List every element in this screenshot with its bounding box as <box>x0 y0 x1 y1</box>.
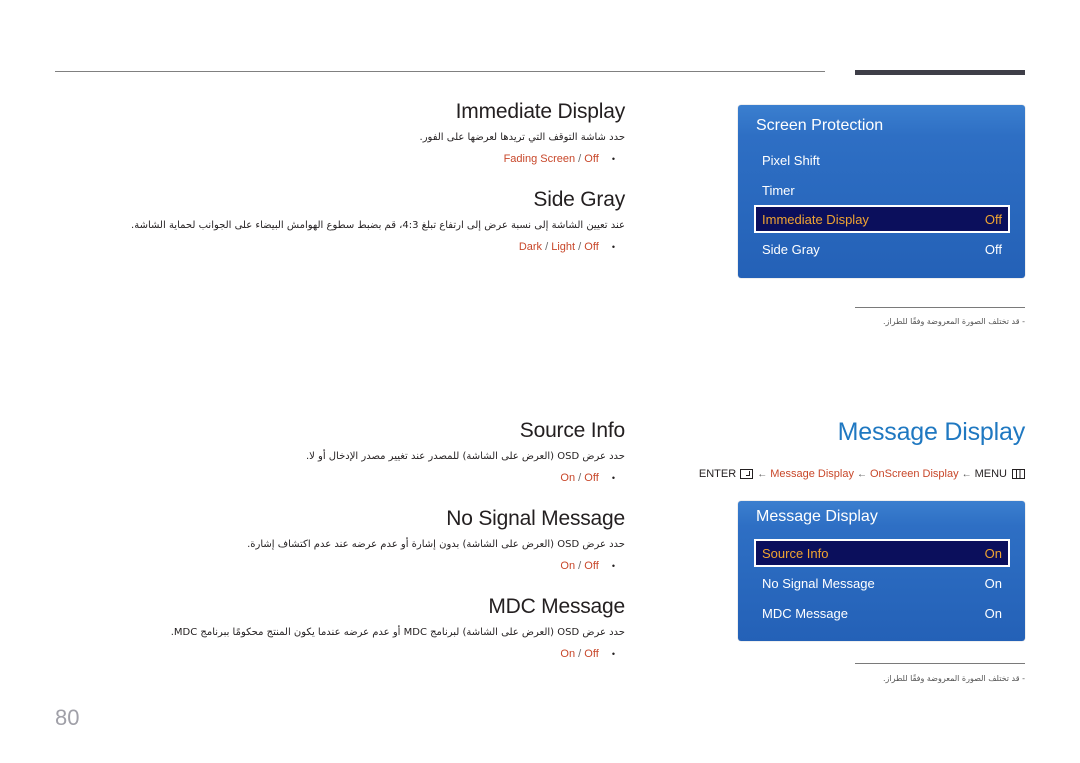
enter-icon <box>740 469 754 479</box>
osd-title: Screen Protection <box>756 117 884 134</box>
section-options: On / Off • <box>247 559 625 573</box>
osd-item-value: Off <box>984 211 1002 227</box>
osd-item-value: On <box>984 575 1002 591</box>
section-title: Source Info <box>519 419 625 442</box>
osd-item-label: Source Info <box>762 545 829 561</box>
page-number: 80 <box>55 705 80 730</box>
bullet-icon: • <box>611 649 615 659</box>
section-source-info: Source Info حدد عرض OSD (العرض على الشاش… <box>306 418 625 485</box>
arrow-left-icon: ← <box>961 468 972 480</box>
osd-item-label: Side Gray <box>762 241 820 257</box>
bullet-icon: • <box>611 242 615 252</box>
option-separator: / <box>578 241 582 253</box>
section-options: On / Off • <box>171 647 625 661</box>
osd-item-timer[interactable]: Timer <box>754 176 1010 204</box>
menu-label: MENU <box>974 468 1007 480</box>
page-heading: Message Display <box>837 418 1026 446</box>
bullet-icon: • <box>611 561 615 571</box>
option: On <box>560 472 576 484</box>
section-mdc-message: MDC Message حدد عرض OSD (العرض على الشاش… <box>171 594 625 661</box>
option: Off <box>584 648 599 660</box>
option: Off <box>584 241 599 253</box>
section-title: MDC Message <box>488 595 625 618</box>
osd-item-label: Immediate Display <box>762 211 869 227</box>
arrow-left-icon: ← <box>856 468 867 480</box>
option: Light <box>551 241 576 253</box>
top-divider <box>55 71 825 72</box>
breadcrumb-onscreen-display: OnScreen Display <box>869 468 959 480</box>
option-separator: / <box>578 648 582 660</box>
image-note: - قد تختلف الصورة المعروضة وفقًا للطراز. <box>882 317 1025 326</box>
breadcrumb-message-display: Message Display <box>770 468 854 480</box>
option-separator: / <box>578 472 582 484</box>
bullet-icon: • <box>611 473 615 483</box>
option: Off <box>584 153 599 165</box>
section-title: Side Gray <box>533 188 625 211</box>
osd-item-label: Timer <box>762 182 795 198</box>
osd-item-label: Pixel Shift <box>762 152 820 168</box>
menu-icon <box>1012 469 1025 479</box>
osd-item-pixel-shift[interactable]: Pixel Shift <box>754 146 1010 174</box>
osd-item-value: On <box>984 605 1002 621</box>
section-no-signal-message: No Signal Message حدد عرض OSD (العرض على… <box>247 506 625 573</box>
screen-protection-osd: Screen Protection Pixel Shift Timer Imme… <box>738 105 1025 278</box>
section-description: حدد عرض OSD (العرض على الشاشة) للمصدر عن… <box>305 451 625 462</box>
note-divider <box>855 307 1025 308</box>
osd-item-label: MDC Message <box>762 605 848 621</box>
section-description: عند تعيين الشاشة إلى نسبة عرض إلى ارتفاع… <box>131 220 625 231</box>
osd-item-side-gray[interactable]: Side Gray Off <box>754 235 1010 263</box>
osd-item-label: No Signal Message <box>762 575 875 591</box>
osd-title: Message Display <box>756 508 878 525</box>
chapter-bar <box>855 70 1025 75</box>
option-separator: / <box>578 560 582 572</box>
option: On <box>560 560 576 572</box>
section-description: حدد عرض OSD (العرض على الشاشة) بدون إشار… <box>247 539 625 550</box>
osd-item-value: Off <box>984 241 1002 257</box>
section-title: Immediate Display <box>455 100 626 123</box>
osd-item-value: On <box>984 545 1002 561</box>
section-options: On / Off • <box>306 471 625 485</box>
breadcrumb: ENTER ← Message Display ← OnScreen Displ… <box>699 468 1025 480</box>
option-separator: / <box>578 153 582 165</box>
section-description: حدد شاشة التوقف التي تريدها لعرضها على ا… <box>419 132 625 143</box>
osd-item-source-info[interactable]: Source Info On <box>754 539 1010 567</box>
option: Dark <box>518 241 543 253</box>
osd-item-mdc-message[interactable]: MDC Message On <box>754 599 1010 627</box>
message-display-osd: Message Display Source Info On No Signal… <box>738 501 1025 641</box>
option: Off <box>584 472 599 484</box>
section-side-gray: Side Gray عند تعيين الشاشة إلى نسبة عرض … <box>131 187 625 254</box>
osd-item-no-signal-message[interactable]: No Signal Message On <box>754 569 1010 597</box>
section-description: حدد عرض OSD (العرض على الشاشة) لبرنامج M… <box>170 627 625 638</box>
section-title: No Signal Message <box>446 507 625 530</box>
enter-label: ENTER <box>698 468 737 480</box>
image-note: - قد تختلف الصورة المعروضة وفقًا للطراز. <box>882 674 1025 683</box>
option-separator: / <box>545 241 549 253</box>
option: Fading Screen <box>503 153 576 165</box>
arrow-left-icon: ← <box>757 468 768 480</box>
bullet-icon: • <box>611 154 615 164</box>
section-options: Fading Screen / Off • <box>420 152 625 166</box>
osd-item-immediate-display[interactable]: Immediate Display Off <box>754 205 1010 233</box>
note-divider <box>855 663 1025 664</box>
option: Off <box>584 560 599 572</box>
section-immediate-display: Immediate Display حدد شاشة التوقف التي ت… <box>419 99 626 166</box>
section-options: Dark / Light / Off • <box>131 240 625 254</box>
option: On <box>560 648 576 660</box>
